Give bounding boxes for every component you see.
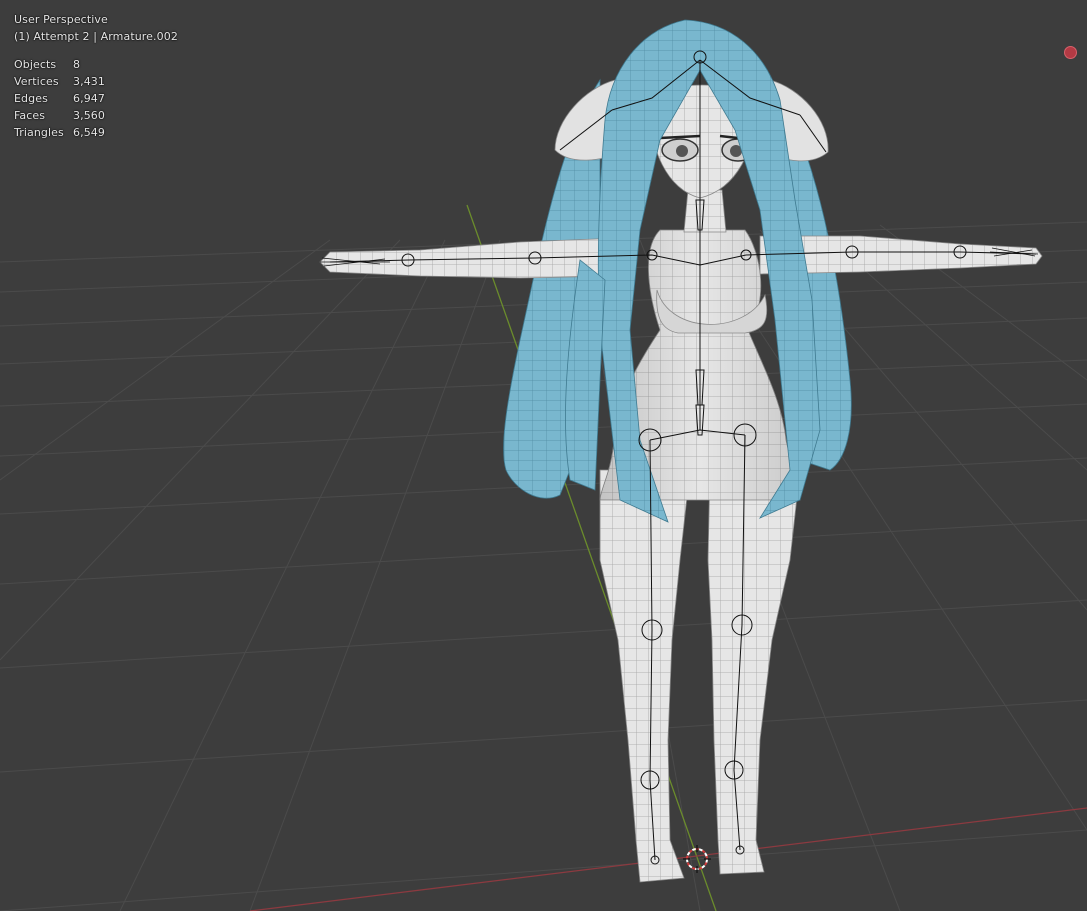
context-info: (1) Attempt 2 | Armature.002	[14, 30, 178, 43]
legs	[599, 469, 801, 883]
stat-value-faces: 3,560	[73, 109, 105, 122]
3d-viewport[interactable]: User Perspective (1) Attempt 2 | Armatur…	[0, 0, 1087, 911]
stat-label-edges: Edges	[14, 92, 48, 105]
view-name: User Perspective	[14, 13, 108, 26]
stat-value-objects: 8	[73, 58, 81, 71]
stat-label-triangles: Triangles	[14, 126, 64, 139]
viewport-info-overlay: User Perspective (1) Attempt 2 | Armatur…	[14, 11, 178, 141]
stat-label-objects: Objects	[14, 58, 57, 71]
stat-label-faces: Faces	[14, 109, 46, 122]
stat-label-vertices: Vertices	[14, 75, 59, 88]
scene-statistics: Objects 8 Vertices 3,431 Edges 6,947 Fac…	[14, 56, 178, 141]
stat-value-edges: 6,947	[73, 92, 105, 105]
stat-value-triangles: 6,549	[73, 126, 105, 139]
stat-value-vertices: 3,431	[73, 75, 105, 88]
record-indicator-icon[interactable]	[1064, 46, 1077, 59]
